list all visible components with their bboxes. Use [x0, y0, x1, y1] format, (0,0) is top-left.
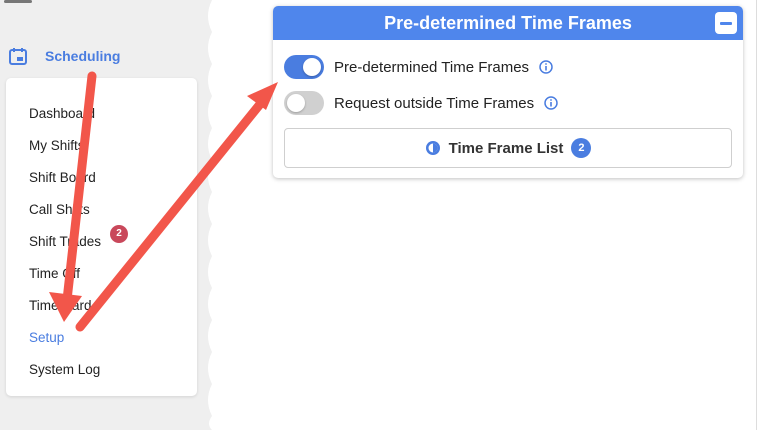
request-outside-time-frames-toggle[interactable]	[284, 91, 324, 115]
outside-toggle-row: Request outside Time Frames	[284, 91, 558, 115]
scalloped-edge	[208, 0, 224, 430]
menu-item-shift-board[interactable]: Shift Board	[29, 168, 96, 188]
predetermined-toggle-row: Pre-determined Time Frames	[284, 55, 553, 79]
predetermined-time-frames-toggle[interactable]	[284, 55, 324, 79]
menu-item-shift-trades[interactable]: Shift Trades	[29, 232, 101, 252]
shift-trades-badge: 2	[110, 225, 128, 243]
menu-item-system-log[interactable]: System Log	[29, 360, 100, 380]
scheduling-title: Scheduling	[45, 48, 121, 64]
toggle-knob	[287, 94, 305, 112]
toggle-knob	[303, 58, 321, 76]
time-frame-list-label: Time Frame List	[448, 139, 564, 157]
menu-item-dashboard[interactable]: Dashboard	[29, 104, 95, 124]
scheduling-menu: Dashboard My Shifts Shift Board Call Shi…	[6, 78, 197, 396]
panel-header: Pre-determined Time Frames	[273, 6, 743, 40]
menu-item-call-shifts[interactable]: Call Shifts	[29, 200, 90, 220]
time-frame-list-button[interactable]: Time Frame List 2	[284, 128, 732, 168]
info-icon[interactable]	[544, 96, 558, 110]
collapse-button[interactable]	[715, 12, 737, 34]
scheduling-section-header[interactable]: Scheduling	[8, 44, 120, 68]
info-icon[interactable]	[539, 60, 553, 74]
menu-item-time-off[interactable]: Time Off	[29, 264, 80, 284]
panel-title: Pre-determined Time Frames	[384, 12, 632, 33]
menu-item-setup[interactable]: Setup	[29, 328, 64, 348]
right-scroll-rail	[756, 0, 779, 430]
menu-item-my-shifts[interactable]: My Shifts	[29, 136, 85, 156]
clock-icon	[425, 141, 440, 155]
predetermined-toggle-label: Pre-determined Time Frames	[334, 58, 530, 76]
menu-item-time-card[interactable]: Time Card	[29, 296, 92, 316]
menu-icon[interactable]	[0, 0, 40, 6]
time-frames-panel: Pre-determined Time Frames Pre-determine…	[273, 6, 743, 178]
minus-icon	[720, 21, 732, 25]
time-frame-count-badge: 2	[571, 138, 592, 158]
calendar-icon	[9, 48, 27, 65]
outside-toggle-label: Request outside Time Frames	[334, 94, 535, 112]
